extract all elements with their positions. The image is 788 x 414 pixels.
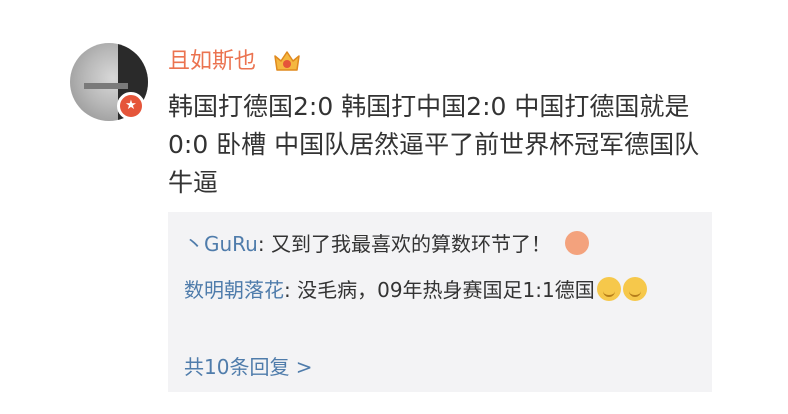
comment-box: 丶GuRu: 又到了我最喜欢的算数环节了！ 数明朝落花: 没毛病，09年热身赛国…	[168, 212, 712, 392]
vip-crown-icon	[274, 51, 300, 71]
thinking-emoji-icon	[596, 277, 621, 301]
avatar-horizon	[84, 83, 128, 89]
comment-author[interactable]: 丶GuRu	[184, 232, 258, 256]
comment-text: : 又到了我最喜欢的算数环节了！	[257, 232, 551, 256]
comment-author[interactable]: 数明朝落花	[184, 278, 284, 302]
blush-emoji-icon	[564, 231, 589, 255]
comment-item: 丶GuRu: 又到了我最喜欢的算数环节了！	[184, 226, 704, 262]
comment-text: : 没毛病，09年热身赛国足1:1德国	[284, 278, 595, 302]
verified-badge-icon: ★	[117, 92, 145, 120]
view-replies-link[interactable]: 共10条回复 >	[184, 352, 313, 382]
comment-item: 数明朝落花: 没毛病，09年热身赛国足1:1德国	[184, 272, 704, 308]
thinking-emoji-icon	[622, 277, 647, 301]
post-username[interactable]: 且如斯也	[168, 48, 256, 76]
post-text: 韩国打德国2:0 韩国打中国2:0 中国打德国就是0:0 卧槽 中国队居然逼平了…	[168, 92, 700, 197]
